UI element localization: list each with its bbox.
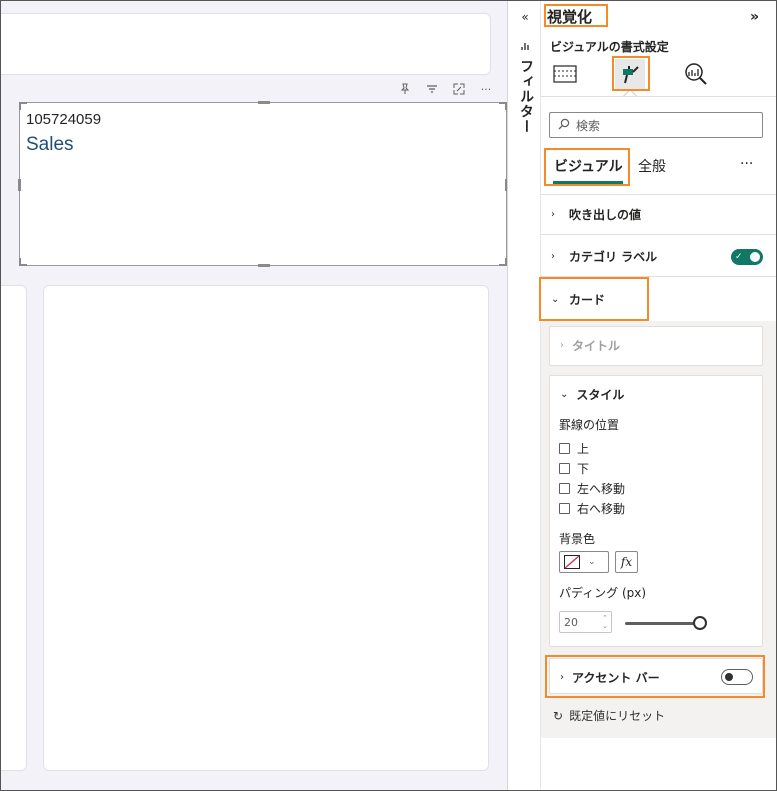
visual-tile-left[interactable] xyxy=(1,285,27,771)
border-top-checkbox[interactable]: 上 xyxy=(559,440,589,457)
checkbox-label: 上 xyxy=(577,442,590,456)
search-placeholder: 検索 xyxy=(576,118,601,133)
filter-bars-icon xyxy=(518,39,532,53)
conditional-formatting-button[interactable]: fx xyxy=(615,551,638,573)
format-visual-icon[interactable] xyxy=(615,59,645,89)
pane-title: 視覚化 xyxy=(547,8,593,26)
filter-icon[interactable] xyxy=(424,81,440,97)
tab-active-indicator xyxy=(553,181,623,184)
border-left-checkbox[interactable]: 左へ移動 xyxy=(559,480,625,497)
section-label: カード xyxy=(569,292,606,307)
subsection-title[interactable]: › タイトル xyxy=(549,326,763,366)
section-callout-value[interactable]: › 吹き出しの値 xyxy=(541,195,776,235)
divider xyxy=(541,96,776,97)
border-bottom-checkbox[interactable]: 下 xyxy=(559,460,589,477)
section-label: カテゴリ ラベル xyxy=(569,250,658,264)
border-right-checkbox[interactable]: 右へ移動 xyxy=(559,500,625,517)
visual-tile-right[interactable] xyxy=(43,285,489,771)
card-value: 105724059 xyxy=(26,111,102,128)
subsection-title-label: タイトル xyxy=(572,338,621,353)
reset-to-default-link[interactable]: ↻ 既定値にリセット xyxy=(553,707,665,724)
section-label: 吹き出しの値 xyxy=(569,208,642,222)
no-color-swatch-icon xyxy=(564,555,580,569)
reset-icon: ↻ xyxy=(553,708,564,723)
chevron-right-icon: › xyxy=(560,671,564,683)
chevron-right-icon: › xyxy=(551,251,555,262)
chevron-down-icon: ⌄ xyxy=(551,293,560,305)
chevron-down-icon[interactable]: ⌄ xyxy=(560,389,568,400)
resize-handle[interactable] xyxy=(258,101,270,104)
card-category-label: Sales xyxy=(26,134,74,155)
visualizations-pane: 視覚化 » ビジュアルの書式設定 検索 ビジュアル 全般 ··· › 吹き出しの… xyxy=(541,1,776,790)
toggle-knob xyxy=(725,673,733,681)
toggle-knob xyxy=(750,252,760,262)
build-visual-icon[interactable] xyxy=(550,59,580,89)
tab-general[interactable]: 全般 xyxy=(638,156,666,176)
checkbox-label: 左へ移動 xyxy=(577,482,626,496)
search-input[interactable]: 検索 xyxy=(549,112,763,138)
chevron-right-icon: › xyxy=(551,209,555,220)
stepper-arrows-icon[interactable]: ⌃ ⌄ xyxy=(602,614,608,630)
collapse-left-icon[interactable]: « xyxy=(518,10,532,24)
chevron-right-icon: › xyxy=(560,339,564,351)
search-icon xyxy=(558,118,570,133)
checkbox-label: 右へ移動 xyxy=(577,502,626,516)
pane-subtitle: ビジュアルの書式設定 xyxy=(550,40,669,54)
checkbox-label: 下 xyxy=(577,462,590,476)
card-visual[interactable]: 105724059 Sales xyxy=(18,101,507,267)
padding-slider-track[interactable] xyxy=(625,622,701,625)
visual-tile-top[interactable] xyxy=(1,13,491,75)
resize-handle[interactable] xyxy=(19,258,27,266)
border-position-label: 罫線の位置 xyxy=(559,418,620,432)
expand-right-icon[interactable]: » xyxy=(750,9,759,25)
subsection-accent-bar[interactable]: › アクセント バー xyxy=(549,658,763,694)
filters-pane-label[interactable]: フィルター xyxy=(516,59,536,134)
filters-pane-collapsed[interactable]: « フィルター xyxy=(507,1,541,790)
more-options-button[interactable]: ··· xyxy=(740,156,753,172)
resize-handle[interactable] xyxy=(499,258,507,266)
pin-icon[interactable] xyxy=(397,81,413,97)
subsection-style: ⌄ スタイル 罫線の位置 上 下 左へ移動 右へ移動 背景色 ⌄ fx パディン… xyxy=(549,375,763,647)
section-category-label[interactable]: › カテゴリ ラベル ✓ xyxy=(541,237,776,277)
visual-header-toolbar: ··· xyxy=(397,80,494,98)
subsection-style-label[interactable]: スタイル xyxy=(576,386,624,403)
resize-handle[interactable] xyxy=(258,264,270,267)
checkbox[interactable] xyxy=(559,483,570,494)
category-label-toggle[interactable]: ✓ xyxy=(731,249,763,265)
more-options-icon[interactable]: ··· xyxy=(478,81,494,97)
report-canvas: ··· 105724059 Sales xyxy=(1,1,507,790)
chevron-down-icon: ⌄ xyxy=(588,557,596,567)
check-icon: ✓ xyxy=(735,252,743,262)
subsection-accent-bar-label: アクセント バー xyxy=(572,670,660,685)
focus-mode-icon[interactable] xyxy=(451,81,467,97)
checkbox[interactable] xyxy=(559,443,570,454)
padding-label: パディング (px) xyxy=(559,586,647,600)
padding-stepper[interactable]: 20 ⌃ ⌄ xyxy=(559,611,612,633)
resize-handle[interactable] xyxy=(18,179,21,191)
background-color-picker[interactable]: ⌄ xyxy=(559,551,609,573)
reset-label: 既定値にリセット xyxy=(569,709,666,723)
tab-visual[interactable]: ビジュアル xyxy=(554,156,623,176)
accent-bar-toggle[interactable] xyxy=(721,669,753,685)
checkbox[interactable] xyxy=(559,463,570,474)
checkbox[interactable] xyxy=(559,503,570,514)
section-card[interactable]: ⌄ カード xyxy=(541,279,776,319)
resize-handle[interactable] xyxy=(499,102,507,110)
padding-value: 20 xyxy=(564,615,578,629)
padding-slider-thumb[interactable] xyxy=(693,616,707,630)
analytics-icon[interactable] xyxy=(681,59,711,89)
resize-handle[interactable] xyxy=(19,102,27,110)
background-color-label: 背景色 xyxy=(559,532,596,546)
card-section-body: › タイトル ⌄ スタイル 罫線の位置 上 下 左へ移動 右へ移動 背景色 ⌄ … xyxy=(541,321,776,738)
